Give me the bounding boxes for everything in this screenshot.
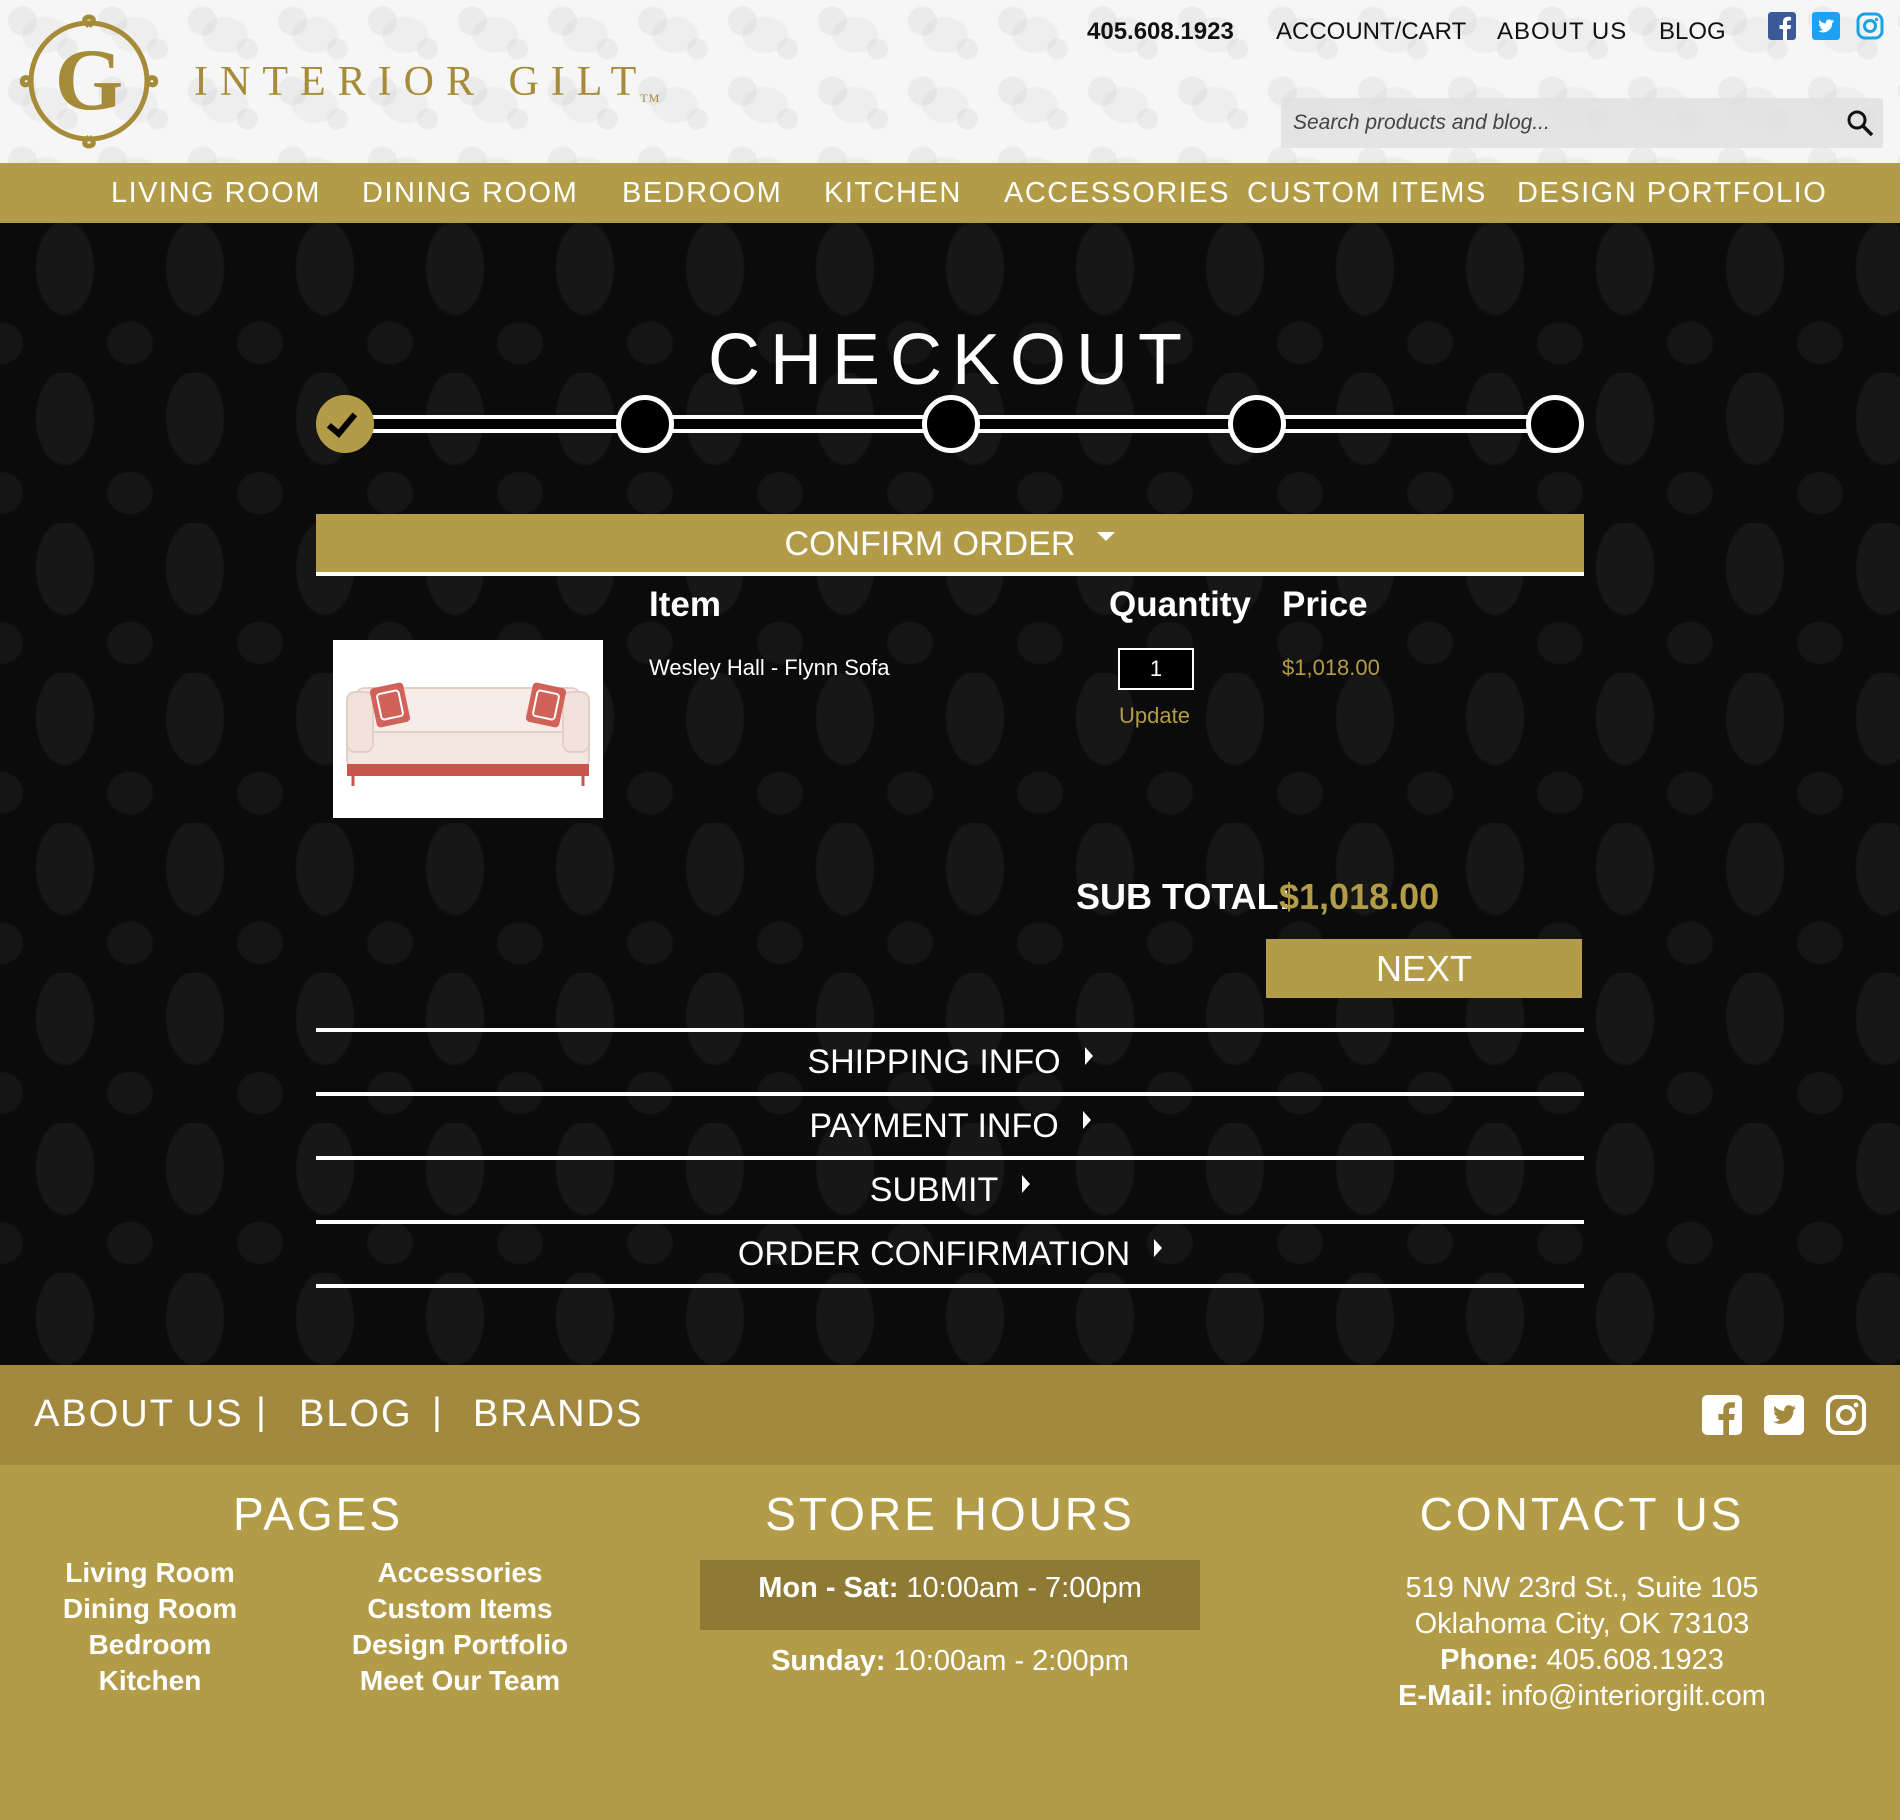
blog-link[interactable]: BLOG xyxy=(1659,18,1726,46)
nav-bedroom[interactable]: BEDROOM xyxy=(622,177,782,210)
column-header-price: Price xyxy=(1282,585,1368,624)
hours-time: 10:00am - 2:00pm xyxy=(885,1645,1129,1677)
phone-label: Phone: xyxy=(1440,1644,1539,1676)
submit-section[interactable]: SUBMIT xyxy=(316,1160,1584,1224)
phone-value: 405.608.1923 xyxy=(1538,1644,1724,1676)
site-header: G INTERIOR GILTTM 405.608.1923 ACCOUNT/C… xyxy=(0,0,1900,163)
progress-step-1 xyxy=(316,395,374,453)
search-icon[interactable] xyxy=(1845,108,1875,138)
progress-step-4 xyxy=(1228,395,1286,453)
main-nav: LIVING ROOM DINING ROOM BEDROOM KITCHEN … xyxy=(0,163,1900,223)
footer-links-bar: ABOUT US | BLOG | BRANDS xyxy=(0,1365,1900,1465)
account-cart-link[interactable]: ACCOUNT/CART xyxy=(1276,18,1466,46)
contact-email[interactable]: E-Mail: info@interiorgilt.com xyxy=(1332,1680,1832,1713)
subtotal-value: $1,018.00 xyxy=(1279,876,1440,917)
hours-day-label: Mon - Sat: xyxy=(758,1572,899,1604)
contact-us-heading: CONTACT US xyxy=(1419,1488,1745,1540)
section-label: ORDER CONFIRMATION xyxy=(737,1235,1131,1273)
twitter-icon[interactable] xyxy=(1812,12,1840,40)
address-line-2: Oklahoma City, OK 73103 xyxy=(1414,1608,1750,1640)
email-label: E-Mail: xyxy=(1398,1680,1494,1712)
caret-down-icon xyxy=(1097,531,1116,541)
svg-text:G: G xyxy=(55,32,123,129)
column-header-item: Item xyxy=(649,585,721,624)
checkout-main: CHECKOUT CONFIRM ORDER Item Quantity Pri… xyxy=(0,223,1900,1365)
footer-meet-our-team-link[interactable]: Meet Our Team xyxy=(340,1665,580,1697)
twitter-icon[interactable] xyxy=(1764,1395,1804,1435)
logo-emblem-icon[interactable]: G xyxy=(14,14,164,149)
hours-mon-sat: Mon - Sat: 10:00am - 7:00pm xyxy=(650,1572,1250,1605)
checkout-progress xyxy=(316,393,1584,457)
progress-step-5 xyxy=(1526,395,1584,453)
logo-text: INTERIOR GILT xyxy=(194,59,649,105)
logo-tm: TM xyxy=(640,91,661,105)
header-phone[interactable]: 405.608.1923 xyxy=(1087,18,1234,46)
sofa-image xyxy=(346,682,590,786)
checkmark-icon xyxy=(326,406,358,438)
instagram-icon[interactable] xyxy=(1856,12,1884,40)
footer-living-room-link[interactable]: Living Room xyxy=(50,1557,250,1589)
nav-accessories[interactable]: ACCESSORIES xyxy=(1004,177,1230,210)
product-image[interactable] xyxy=(333,640,603,818)
section-label: SUBMIT xyxy=(869,1171,999,1209)
footer-design-portfolio-link[interactable]: Design Portfolio xyxy=(340,1629,580,1661)
facebook-icon[interactable] xyxy=(1768,12,1796,40)
nav-dining-room[interactable]: DINING ROOM xyxy=(362,177,578,210)
about-us-link[interactable]: ABOUT US xyxy=(1497,18,1627,46)
logo-wordmark[interactable]: INTERIOR GILTTM xyxy=(194,58,660,106)
order-confirmation-section[interactable]: ORDER CONFIRMATION xyxy=(316,1224,1584,1288)
item-price: $1,018.00 xyxy=(1282,655,1380,680)
footer-bedroom-link[interactable]: Bedroom xyxy=(50,1629,250,1661)
shipping-info-section[interactable]: SHIPPING INFO xyxy=(316,1032,1584,1096)
quantity-input[interactable] xyxy=(1118,648,1194,690)
nav-kitchen[interactable]: KITCHEN xyxy=(824,177,962,210)
footer-separator: | xyxy=(256,1391,266,1433)
section-label: SHIPPING INFO xyxy=(807,1043,1061,1081)
page-title: CHECKOUT xyxy=(707,320,1192,401)
footer-blog-link[interactable]: BLOG xyxy=(299,1393,413,1436)
section-label: PAYMENT INFO xyxy=(809,1107,1059,1145)
column-header-quantity: Quantity xyxy=(1109,585,1251,624)
item-name-link[interactable]: Wesley Hall - Flynn Sofa xyxy=(649,655,889,681)
hours-sunday: Sunday: 10:00am - 2:00pm xyxy=(650,1645,1250,1678)
search-bar xyxy=(1281,98,1883,148)
footer-main: PAGES Living Room Dining Room Bedroom Ki… xyxy=(0,1465,1900,1820)
footer-brands-link[interactable]: BRANDS xyxy=(473,1393,643,1436)
store-hours-heading: STORE HOURS xyxy=(765,1488,1135,1540)
footer-about-us-link[interactable]: ABOUT US xyxy=(34,1393,244,1436)
instagram-icon[interactable] xyxy=(1826,1395,1866,1435)
pages-heading: PAGES xyxy=(232,1488,404,1540)
email-value: info@interiorgilt.com xyxy=(1493,1680,1766,1712)
contact-phone[interactable]: Phone: 405.608.1923 xyxy=(1332,1644,1832,1677)
nav-design-portfolio[interactable]: DESIGN PORTFOLIO xyxy=(1517,177,1827,210)
payment-info-section[interactable]: PAYMENT INFO xyxy=(316,1096,1584,1160)
progress-step-3 xyxy=(922,395,980,453)
subtotal-label: SUB TOTAL: xyxy=(1076,876,1291,917)
caret-right-icon xyxy=(1022,1175,1031,1194)
update-quantity-link[interactable]: Update xyxy=(1119,703,1190,729)
hours-time: 10:00am - 7:00pm xyxy=(898,1572,1142,1604)
caret-right-icon xyxy=(1082,1111,1091,1130)
hours-day-label: Sunday: xyxy=(771,1645,886,1677)
nav-living-room[interactable]: LIVING ROOM xyxy=(111,177,321,210)
progress-step-2 xyxy=(616,395,674,453)
facebook-icon[interactable] xyxy=(1702,1395,1742,1435)
footer-kitchen-link[interactable]: Kitchen xyxy=(50,1665,250,1697)
footer-accessories-link[interactable]: Accessories xyxy=(340,1557,580,1589)
search-input[interactable] xyxy=(1281,98,1821,148)
caret-right-icon xyxy=(1084,1047,1093,1066)
next-button[interactable]: NEXT xyxy=(1266,939,1582,998)
nav-custom-items[interactable]: CUSTOM ITEMS xyxy=(1247,177,1487,210)
address-line-1: 519 NW 23rd St., Suite 105 xyxy=(1405,1572,1759,1604)
footer-separator: | xyxy=(432,1391,442,1433)
confirm-order-header[interactable]: CONFIRM ORDER xyxy=(316,514,1584,576)
footer-dining-room-link[interactable]: Dining Room xyxy=(50,1593,250,1625)
caret-right-icon xyxy=(1154,1239,1163,1258)
footer-custom-items-link[interactable]: Custom Items xyxy=(340,1593,580,1625)
confirm-order-label: CONFIRM ORDER xyxy=(784,525,1076,563)
